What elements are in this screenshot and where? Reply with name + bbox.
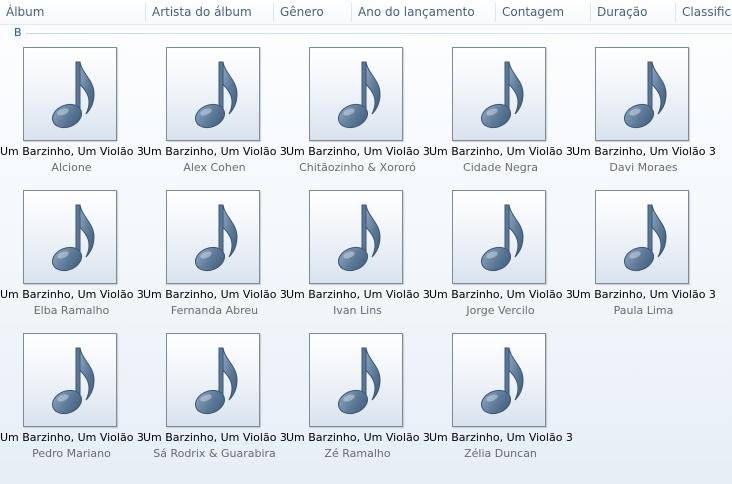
album-artist: Sá Rodrix & Guarabira: [153, 447, 276, 460]
album-artist: Jorge Vercilo: [466, 304, 535, 317]
music-note-icon: [51, 61, 95, 129]
album-tile[interactable]: Um Barzinho, Um Violão 3 Paula Lima: [572, 184, 716, 325]
album-title: Um Barzinho, Um Violão 3: [0, 288, 144, 301]
music-note-icon: [480, 61, 524, 129]
album-artist: Pedro Mariano: [32, 447, 111, 460]
group-divider: [26, 33, 732, 34]
album-tile[interactable]: Um Barzinho, Um Violão 3 Elba Ramalho: [0, 184, 144, 325]
album-artist: Alcione: [51, 161, 92, 174]
album-tile[interactable]: Um Barzinho, Um Violão 3 Zé Ramalho: [286, 327, 430, 468]
group-header[interactable]: B: [0, 26, 732, 40]
music-note-icon: [337, 61, 381, 129]
album-artist: Fernanda Abreu: [170, 304, 259, 317]
column-header-rating[interactable]: Classificação: [676, 0, 732, 25]
album-art: [309, 333, 403, 427]
music-note-icon: [623, 204, 667, 272]
music-note-icon: [480, 204, 524, 272]
music-note-icon: [337, 204, 381, 272]
album-tile[interactable]: Um Barzinho, Um Violão 3 Ivan Lins: [286, 184, 430, 325]
album-artist: Chitãozinho & Xororó: [299, 161, 416, 174]
album-title: Um Barzinho, Um Violão 3: [143, 145, 287, 158]
music-note-icon: [337, 347, 381, 415]
column-header-release-year[interactable]: Ano do lançamento: [352, 0, 495, 25]
album-art: [452, 190, 546, 284]
album-tile[interactable]: Um Barzinho, Um Violão 3 Zélia Duncan: [429, 327, 573, 468]
album-tile[interactable]: Um Barzinho, Um Violão 3 Chitãozinho & X…: [286, 41, 430, 182]
album-artist: Alex Cohen: [183, 161, 246, 174]
album-artist: Paula Lima: [613, 304, 674, 317]
album-tile[interactable]: Um Barzinho, Um Violão 3 Sá Rodrix & Gua…: [143, 327, 287, 468]
column-header-genre[interactable]: Gênero: [274, 0, 351, 25]
album-art: [166, 47, 260, 141]
album-art: [309, 47, 403, 141]
album-title: Um Barzinho, Um Violão 3: [286, 288, 430, 301]
album-title: Um Barzinho, Um Violão 3: [429, 288, 573, 301]
group-label: B: [14, 26, 22, 39]
album-title: Um Barzinho, Um Violão 3: [572, 288, 716, 301]
music-note-icon: [194, 347, 238, 415]
album-title: Um Barzinho, Um Violão 3: [429, 431, 573, 444]
album-tile[interactable]: Um Barzinho, Um Violão 3 Alcione: [0, 41, 144, 182]
album-title: Um Barzinho, Um Violão 3: [143, 431, 287, 444]
album-title: Um Barzinho, Um Violão 3: [286, 145, 430, 158]
column-header-bar: Álbum Artista do álbum Gênero Ano do lan…: [0, 0, 732, 25]
album-title: Um Barzinho, Um Violão 3: [0, 431, 144, 444]
music-note-icon: [480, 347, 524, 415]
album-art: [595, 190, 689, 284]
album-art: [166, 333, 260, 427]
album-title: Um Barzinho, Um Violão 3: [143, 288, 287, 301]
column-header-album[interactable]: Álbum: [0, 0, 146, 25]
album-art: [595, 47, 689, 141]
album-artist: Zélia Duncan: [464, 447, 537, 460]
album-art: [309, 190, 403, 284]
album-artist: Ivan Lins: [333, 304, 382, 317]
column-header-count[interactable]: Contagem: [496, 0, 590, 25]
album-tile[interactable]: Um Barzinho, Um Violão 3 Cidade Negra: [429, 41, 573, 182]
album-tile[interactable]: Um Barzinho, Um Violão 3 Pedro Mariano: [0, 327, 144, 468]
music-note-icon: [623, 61, 667, 129]
music-note-icon: [51, 204, 95, 272]
album-art: [452, 47, 546, 141]
column-header-album-artist[interactable]: Artista do álbum: [146, 0, 273, 25]
album-tile[interactable]: Um Barzinho, Um Violão 3 Fernanda Abreu: [143, 184, 287, 325]
album-artist: Zé Ramalho: [324, 447, 391, 460]
album-art: [23, 47, 117, 141]
album-tile[interactable]: Um Barzinho, Um Violão 3 Davi Moraes: [572, 41, 716, 182]
album-art: [23, 190, 117, 284]
album-title: Um Barzinho, Um Violão 3: [286, 431, 430, 444]
album-title: Um Barzinho, Um Violão 3: [572, 145, 716, 158]
album-title: Um Barzinho, Um Violão 3: [0, 145, 144, 158]
album-art: [23, 333, 117, 427]
music-note-icon: [51, 347, 95, 415]
album-artist: Davi Moraes: [609, 161, 678, 174]
album-art: [166, 190, 260, 284]
album-art: [452, 333, 546, 427]
album-tile[interactable]: Um Barzinho, Um Violão 3 Jorge Vercilo: [429, 184, 573, 325]
album-title: Um Barzinho, Um Violão 3: [429, 145, 573, 158]
album-artist: Elba Ramalho: [33, 304, 110, 317]
album-tile[interactable]: Um Barzinho, Um Violão 3 Alex Cohen: [143, 41, 287, 182]
column-header-duration[interactable]: Duração: [591, 0, 675, 25]
album-artist: Cidade Negra: [463, 161, 538, 174]
music-note-icon: [194, 204, 238, 272]
music-note-icon: [194, 61, 238, 129]
